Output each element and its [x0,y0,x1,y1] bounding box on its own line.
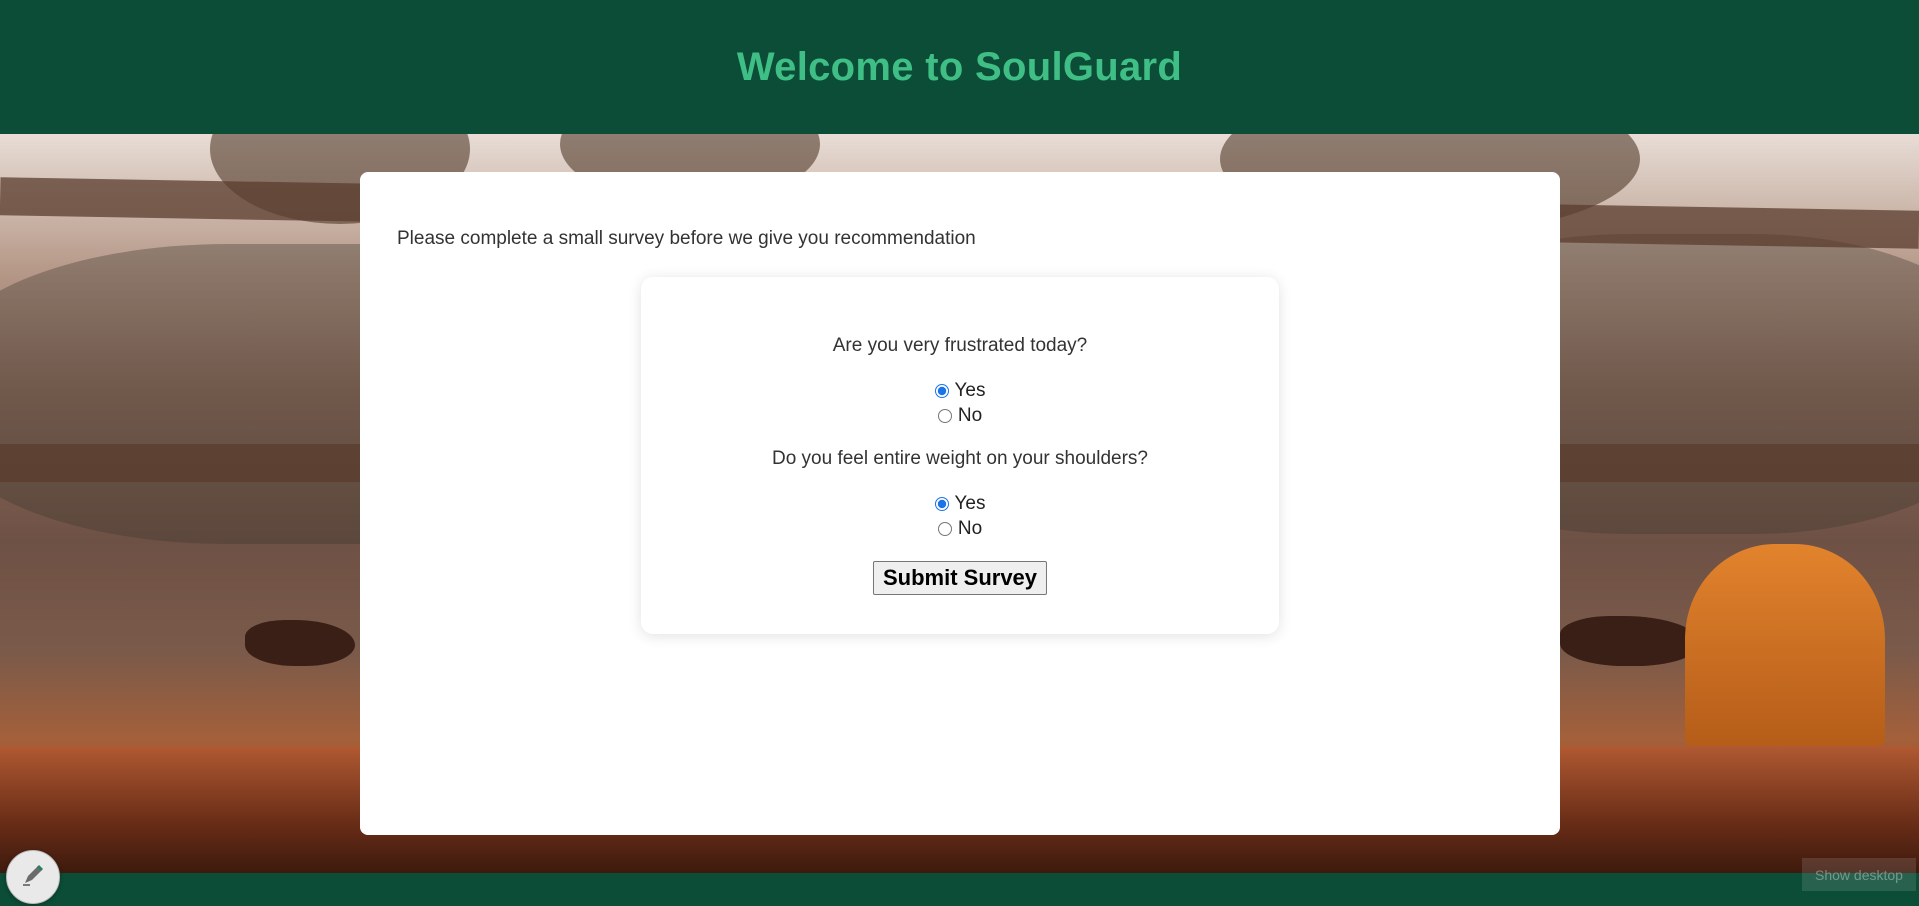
question-2-options: Yes No [641,491,1279,541]
site-header: Welcome to SoulGuard [0,0,1919,134]
survey-card: Please complete a small survey before we… [360,172,1560,835]
question-1-yes-radio[interactable] [934,383,949,398]
pen-button[interactable] [6,850,60,904]
option-label: No [957,404,983,426]
option-label: Yes [954,492,986,514]
question-2-option-no[interactable]: No [641,516,1279,541]
question-1-options: Yes No [641,378,1279,428]
submit-survey-button[interactable]: Submit Survey [872,561,1048,595]
question-2-yes-radio[interactable] [934,496,949,511]
option-label: Yes [954,379,986,401]
show-desktop-button[interactable]: Show desktop [1802,858,1916,891]
pen-icon [20,862,46,893]
question-1-option-no[interactable]: No [641,403,1279,428]
question-1: Are you very frustrated today? [832,335,1088,356]
survey-intro: Please complete a small survey before we… [397,228,976,249]
site-footer [0,873,1919,906]
question-2-no-radio[interactable] [937,521,952,536]
question-1-option-yes[interactable]: Yes [641,378,1279,403]
option-label: No [957,517,983,539]
question-1-no-radio[interactable] [937,408,952,423]
page-title: Welcome to SoulGuard [736,44,1183,89]
question-2-option-yes[interactable]: Yes [641,491,1279,516]
survey-form: Are you very frustrated today? Yes No Do… [641,277,1279,634]
question-2: Do you feel entire weight on your should… [771,448,1148,469]
